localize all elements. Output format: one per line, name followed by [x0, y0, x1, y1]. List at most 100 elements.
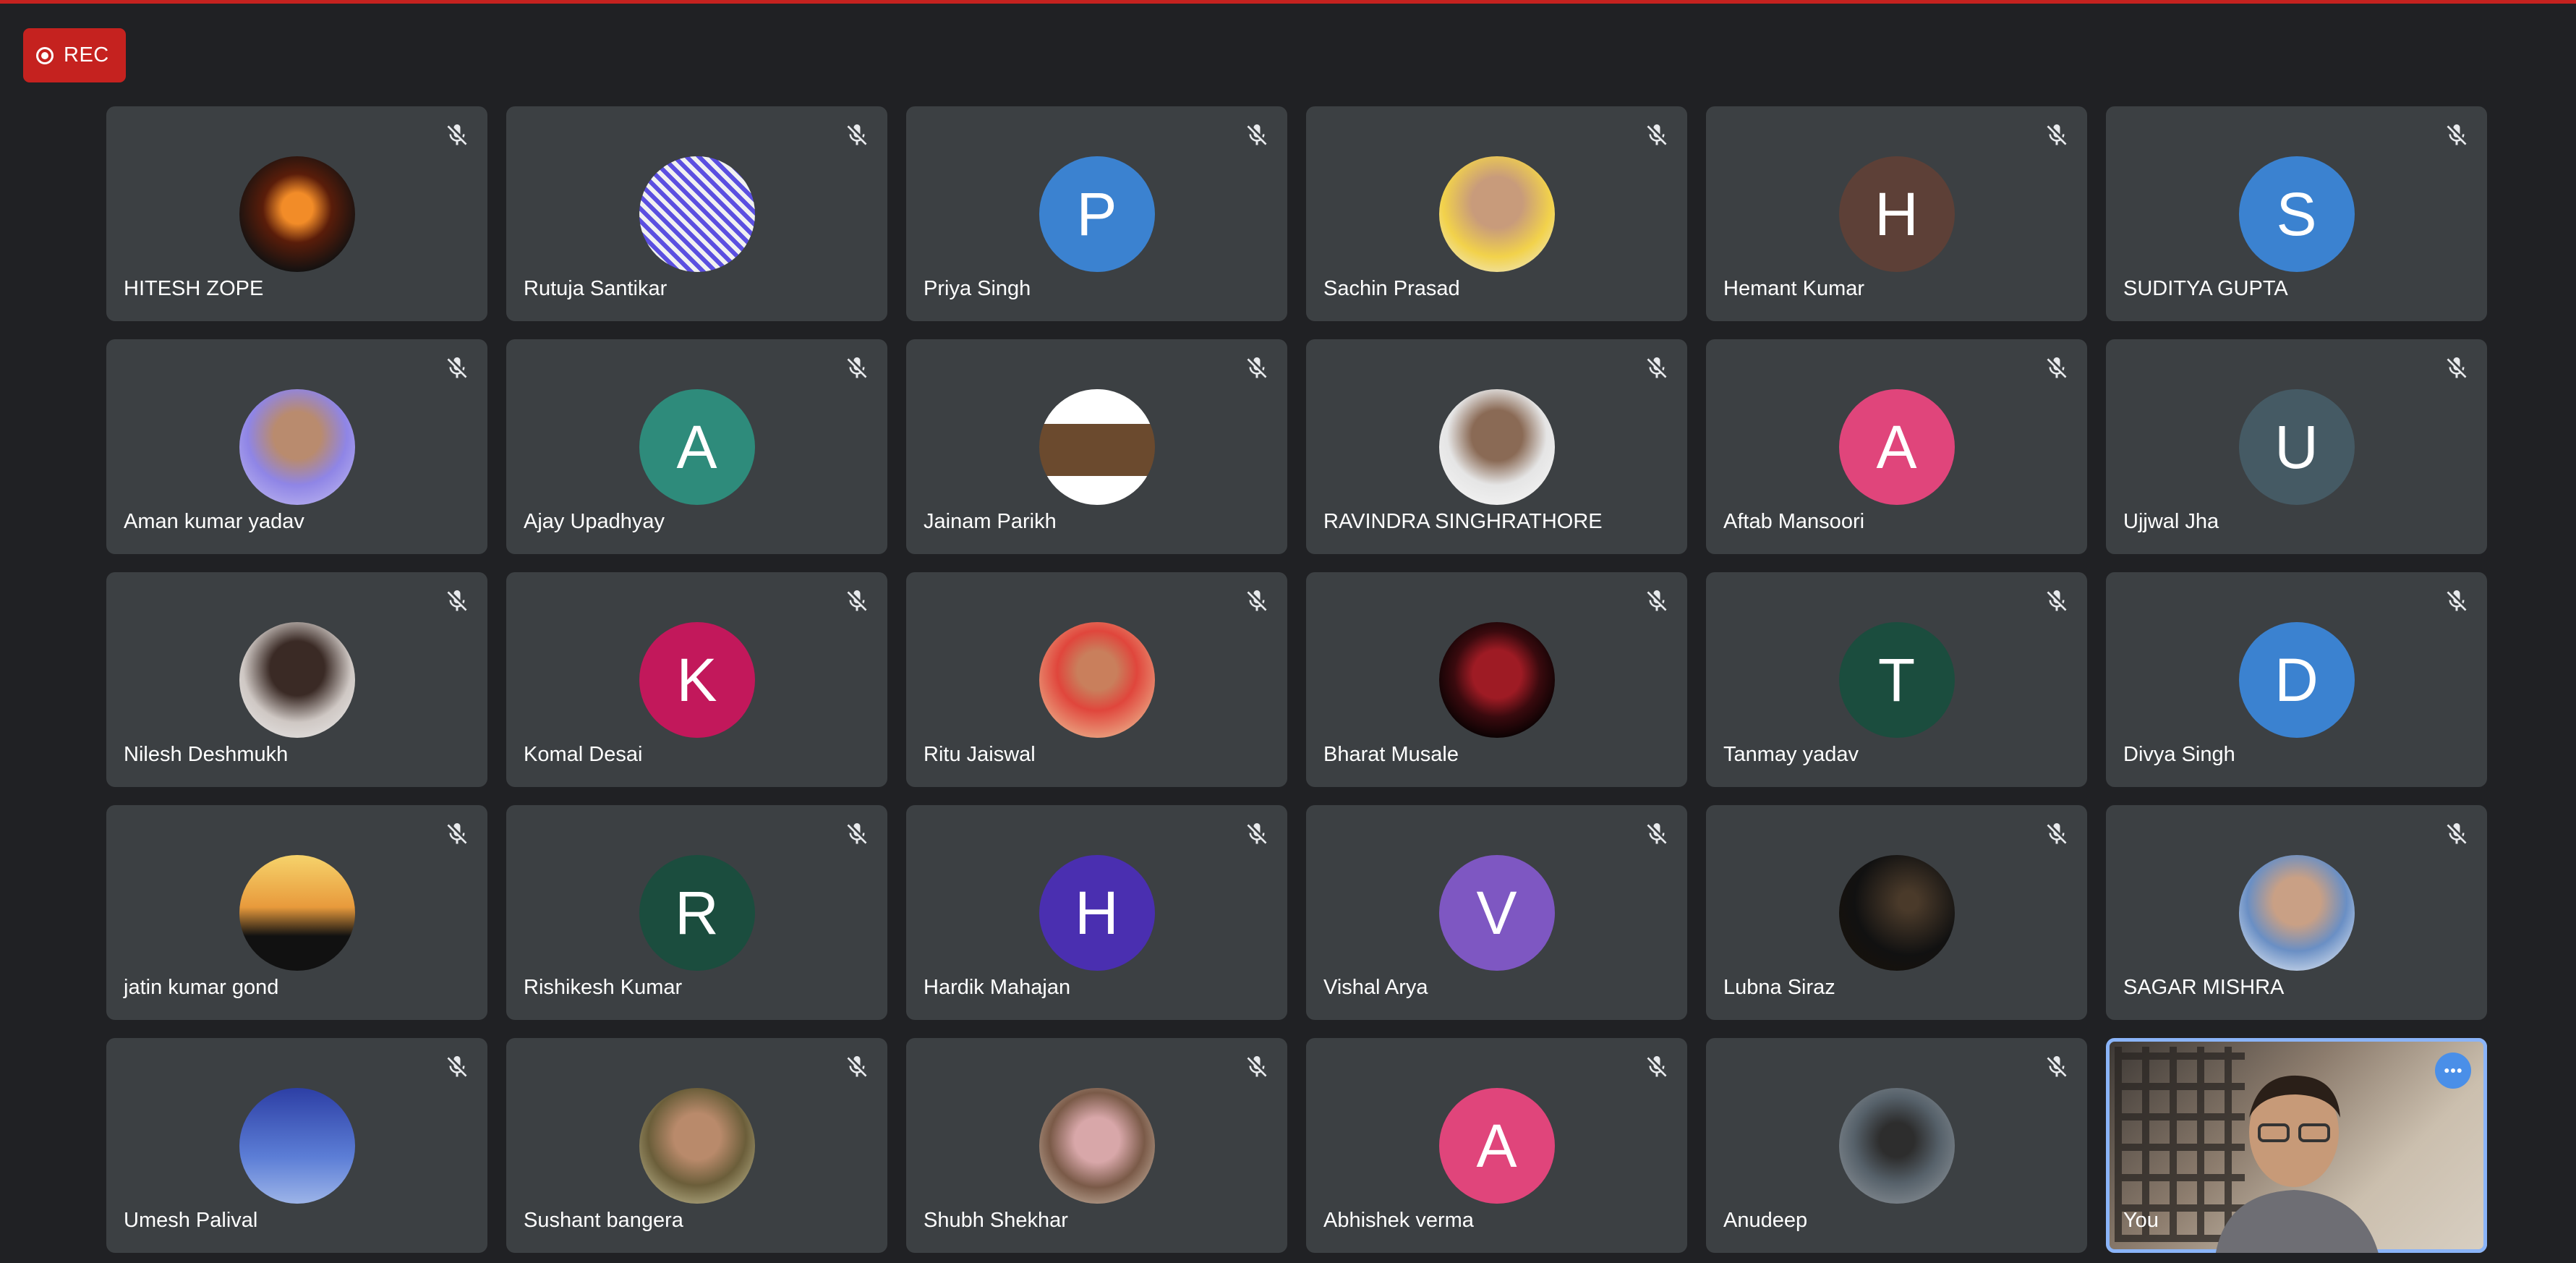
participant-name: Ajay Upadhyay [524, 510, 665, 533]
mic-off-icon [844, 1054, 870, 1080]
participant-tile[interactable]: Sushant bangera [506, 1038, 887, 1253]
participant-tile[interactable]: Jainam Parikh [906, 339, 1287, 554]
avatar: A [1438, 1088, 1555, 1204]
participant-tile[interactable]: R Rishikesh Kumar [506, 805, 887, 1020]
mic-off-icon [444, 355, 470, 381]
mic-off-icon [1644, 1054, 1670, 1080]
participant-name: SAGAR MISHRA [2123, 976, 2285, 999]
avatar [239, 855, 355, 971]
mic-off-icon [2044, 1054, 2070, 1080]
mic-off-icon [2444, 821, 2470, 847]
avatar: D [2238, 622, 2355, 738]
mic-off-icon [844, 355, 870, 381]
participant-name: You [2123, 1209, 2159, 1232]
mic-off-icon [1244, 122, 1270, 148]
participant-name: Lubna Siraz [1723, 976, 1835, 999]
avatar [639, 156, 755, 272]
avatar [1438, 389, 1555, 505]
participant-tile[interactable]: T Tanmay yadav [1706, 572, 2087, 787]
recording-label: REC [64, 43, 109, 67]
participant-tile[interactable]: A Aftab Mansoori [1706, 339, 2087, 554]
avatar [239, 622, 355, 738]
participant-name: Tanmay yadav [1723, 743, 1859, 766]
participant-tile[interactable]: Rutuja Santikar [506, 106, 887, 321]
participant-tile[interactable]: Anudeep [1706, 1038, 2087, 1253]
mic-off-icon [2044, 355, 2070, 381]
participant-tile[interactable]: Bharat Musale [1306, 572, 1687, 787]
mic-off-icon [1244, 588, 1270, 614]
mic-off-icon [2044, 588, 2070, 614]
avatar: T [1838, 622, 1955, 738]
avatar [239, 389, 355, 505]
record-icon [36, 46, 54, 64]
participant-name: Rishikesh Kumar [524, 976, 683, 999]
participant-name: Bharat Musale [1323, 743, 1459, 766]
participant-tile[interactable]: V Vishal Arya [1306, 805, 1687, 1020]
participant-tile[interactable]: Umesh Palival [106, 1038, 487, 1253]
participant-name: Hemant Kumar [1723, 277, 1865, 300]
participant-tile[interactable]: Nilesh Deshmukh [106, 572, 487, 787]
participant-name: Divya Singh [2123, 743, 2235, 766]
avatar: S [2238, 156, 2355, 272]
participant-tile[interactable]: A Ajay Upadhyay [506, 339, 887, 554]
participant-name: Jainam Parikh [924, 510, 1057, 533]
mic-off-icon [444, 122, 470, 148]
avatar: P [1038, 156, 1155, 272]
mic-off-icon [1644, 588, 1670, 614]
participant-tile[interactable]: P Priya Singh [906, 106, 1287, 321]
participant-name: jatin kumar gond [124, 976, 279, 999]
mic-off-icon [2044, 122, 2070, 148]
participant-tile[interactable]: U Ujjwal Jha [2106, 339, 2487, 554]
participant-name: Komal Desai [524, 743, 643, 766]
mic-off-icon [1244, 1054, 1270, 1080]
avatar [1038, 389, 1155, 505]
participant-name: Sachin Prasad [1323, 277, 1460, 300]
participant-tile[interactable]: RAVINDRA SINGHRATHORE [1306, 339, 1687, 554]
participant-name: Nilesh Deshmukh [124, 743, 289, 766]
participant-tile[interactable]: Lubna Siraz [1706, 805, 2087, 1020]
participant-tile[interactable]: HITESH ZOPE [106, 106, 487, 321]
avatar [1438, 156, 1555, 272]
participant-tile[interactable]: Aman kumar yadav [106, 339, 487, 554]
more-options-button[interactable] [2435, 1052, 2471, 1089]
avatar: H [1038, 855, 1155, 971]
participant-name: Aftab Mansoori [1723, 510, 1865, 533]
mic-off-icon [1644, 122, 1670, 148]
participant-tile[interactable]: D Divya Singh [2106, 572, 2487, 787]
participant-name: SUDITYA GUPTA [2123, 277, 2288, 300]
participant-name: Priya Singh [924, 277, 1031, 300]
recording-indicator[interactable]: REC [23, 28, 126, 82]
avatar [639, 1088, 755, 1204]
top-accent-bar [0, 0, 2576, 4]
participant-tile[interactable]: jatin kumar gond [106, 805, 487, 1020]
participant-tile[interactable]: Ritu Jaiswal [906, 572, 1287, 787]
self-video-feed [2214, 1067, 2381, 1253]
avatar [1838, 1088, 1955, 1204]
avatar: A [639, 389, 755, 505]
mic-off-icon [1644, 821, 1670, 847]
participant-tile-self[interactable]: You [2106, 1038, 2487, 1253]
avatar [1438, 622, 1555, 738]
participant-tile[interactable]: A Abhishek verma [1306, 1038, 1687, 1253]
more-horizontal-icon [2444, 1068, 2462, 1073]
participant-tile[interactable]: Shubh Shekhar [906, 1038, 1287, 1253]
participant-tile[interactable]: K Komal Desai [506, 572, 887, 787]
mic-off-icon [1244, 821, 1270, 847]
participant-tile[interactable]: Sachin Prasad [1306, 106, 1687, 321]
participant-name: Ujjwal Jha [2123, 510, 2219, 533]
participant-tile[interactable]: H Hemant Kumar [1706, 106, 2087, 321]
participant-name: RAVINDRA SINGHRATHORE [1323, 510, 1603, 533]
participant-name: Sushant bangera [524, 1209, 683, 1232]
avatar [1838, 855, 1955, 971]
mic-off-icon [2044, 821, 2070, 847]
avatar: V [1438, 855, 1555, 971]
participant-tile[interactable]: S SUDITYA GUPTA [2106, 106, 2487, 321]
participant-name: Hardik Mahajan [924, 976, 1071, 999]
mic-off-icon [1244, 355, 1270, 381]
avatar [2238, 855, 2355, 971]
mic-off-icon [444, 588, 470, 614]
participant-tile[interactable]: H Hardik Mahajan [906, 805, 1287, 1020]
participant-name: Rutuja Santikar [524, 277, 668, 300]
participant-name: Vishal Arya [1323, 976, 1428, 999]
participant-tile[interactable]: SAGAR MISHRA [2106, 805, 2487, 1020]
